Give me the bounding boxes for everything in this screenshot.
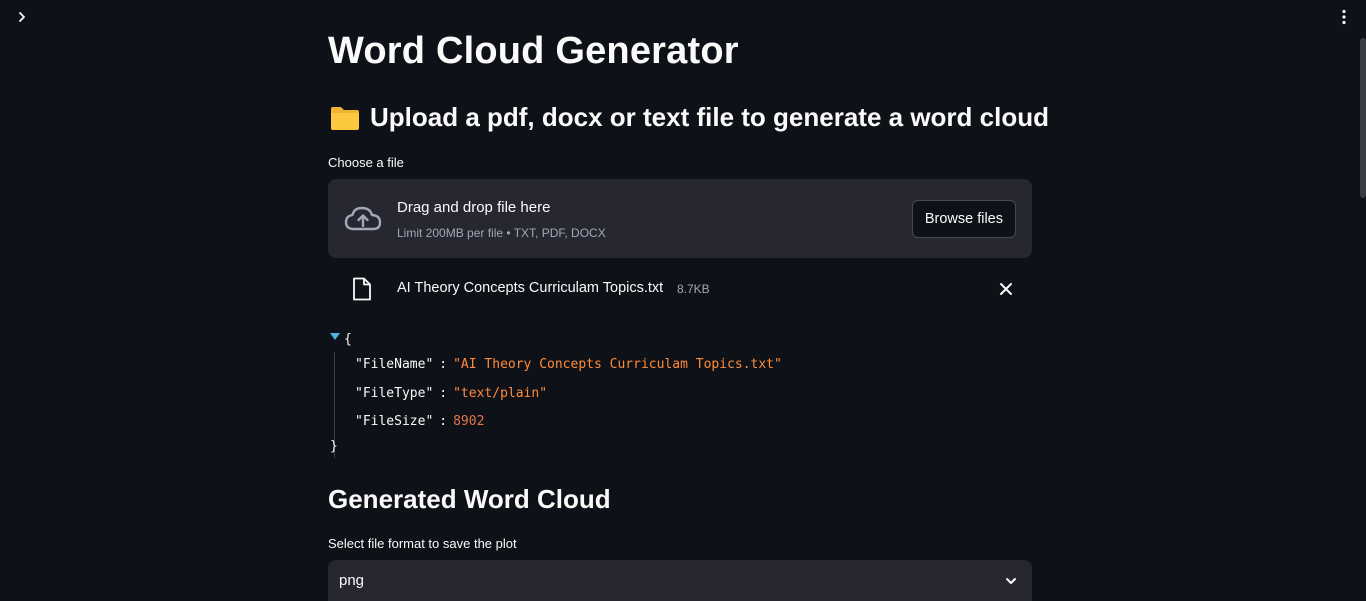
sidebar-toggle-button[interactable] (12, 7, 32, 27)
json-row: "FileType": "text/plain" (355, 386, 547, 401)
subtitle-text: Upload a pdf, docx or text file to gener… (370, 102, 1049, 132)
file-icon (353, 277, 371, 301)
dropzone-title: Drag and drop file here (397, 199, 551, 216)
json-key: "FileName" (355, 357, 434, 372)
json-colon: : (439, 386, 448, 401)
cloud-upload-icon (344, 206, 382, 231)
json-colon: : (439, 357, 448, 372)
close-icon[interactable] (998, 281, 1014, 297)
format-select-label: Select file format to save the plot (328, 536, 517, 551)
main-menu-button[interactable] (1334, 7, 1354, 27)
json-colon: : (439, 414, 448, 429)
json-value: "text/plain" (453, 386, 548, 401)
folder-icon (331, 106, 359, 130)
page-scrollbar[interactable] (1360, 38, 1366, 198)
json-key: "FileSize" (355, 414, 434, 429)
uploaded-file-item: AI Theory Concepts Curriculam Topics.txt… (328, 272, 1032, 308)
json-value: "AI Theory Concepts Curriculam Topics.tx… (453, 357, 782, 372)
file-dropzone[interactable]: Drag and drop file here Limit 200MB per … (328, 179, 1032, 258)
json-row: "FileName": "AI Theory Concepts Curricula… (355, 357, 782, 372)
json-row: "FileSize":8902 (355, 414, 484, 429)
json-value: 8902 (453, 414, 485, 429)
browse-files-button[interactable]: Browse files (911, 200, 1016, 238)
file-uploader-label: Choose a file (328, 155, 404, 170)
triangle-down-icon[interactable] (330, 333, 340, 341)
app-page: Word Cloud Generator Upload a pdf, docx … (0, 0, 1366, 601)
vertical-dots-icon (1342, 9, 1346, 25)
word-cloud-heading: Generated Word Cloud (328, 484, 611, 514)
format-select[interactable]: png (328, 560, 1032, 601)
format-select-value: png (339, 572, 365, 589)
uploaded-file-size: 8.7KB (677, 282, 710, 296)
json-key: "FileType" (355, 386, 434, 401)
json-viewer: { "FileName": "AI Theory Concepts Curricu… (328, 330, 1032, 460)
json-open-brace: { (344, 332, 352, 347)
page-title: Word Cloud Generator (328, 30, 739, 72)
json-close-brace: } (330, 439, 338, 454)
page-subtitle: Upload a pdf, docx or text file to gener… (330, 102, 1049, 133)
uploaded-file-name: AI Theory Concepts Curriculam Topics.txt (397, 280, 664, 296)
chevron-right-icon (19, 12, 25, 22)
chevron-down-icon (1006, 578, 1016, 584)
dropzone-limit-text: Limit 200MB per file • TXT, PDF, DOCX (397, 226, 606, 240)
